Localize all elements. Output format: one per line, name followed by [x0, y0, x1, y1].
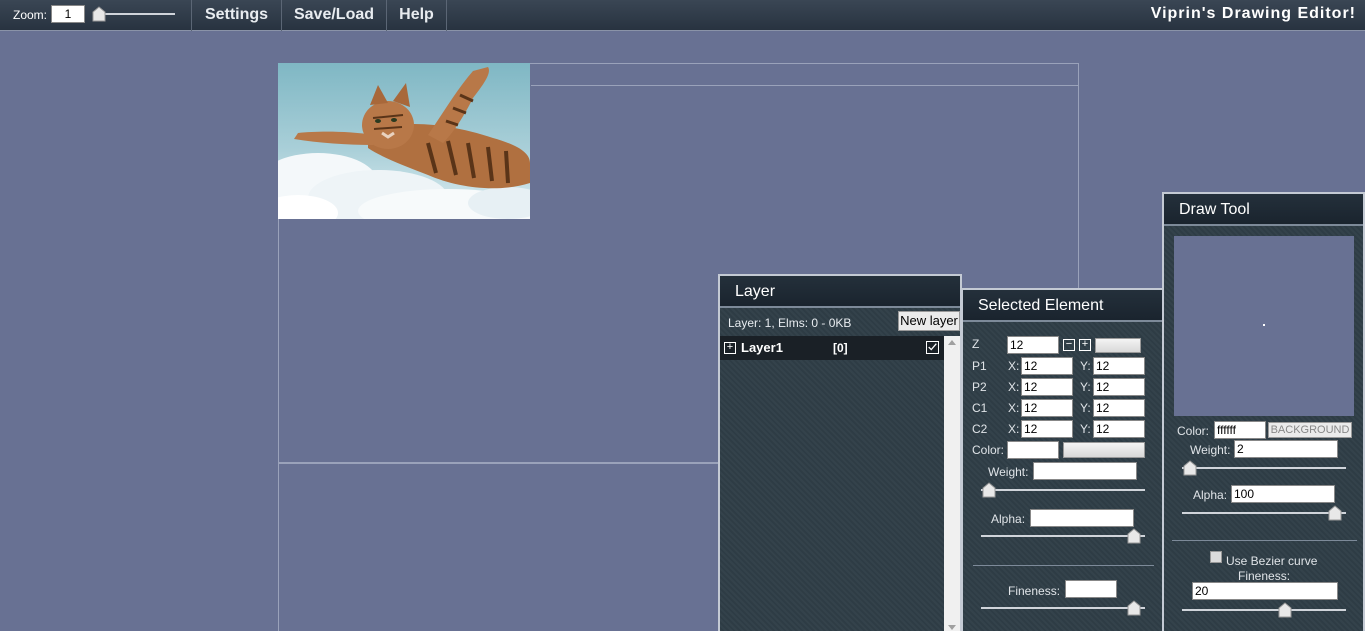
help-menu-button[interactable]: Help — [386, 0, 447, 31]
app-title: Viprin's Drawing Editor! — [1150, 5, 1356, 22]
layer-visible-checkbox[interactable] — [926, 341, 939, 354]
c2-y-label: Y: — [1080, 422, 1091, 436]
fineness-label: Fineness: — [1008, 584, 1061, 598]
draw-alpha-input[interactable] — [1231, 485, 1335, 503]
z-decrease-minus-icon[interactable]: − — [1063, 339, 1075, 351]
p2-y-label: Y: — [1080, 380, 1091, 394]
c1-x-input[interactable] — [1021, 399, 1073, 417]
layer-list-scrollbar[interactable] — [944, 336, 960, 631]
p1-x-label: X: — [1008, 359, 1020, 373]
draw-fineness-label: Fineness: — [1238, 569, 1291, 583]
draw-alpha-label: Alpha: — [1193, 488, 1228, 502]
draw-fineness-input[interactable] — [1192, 582, 1338, 600]
z-apply-button[interactable] — [1095, 338, 1141, 353]
settings-menu-button[interactable]: Settings — [191, 0, 281, 31]
layer-panel-title: Layer — [720, 276, 960, 308]
zoom-slider-track[interactable] — [94, 13, 175, 15]
alpha-input[interactable] — [1030, 509, 1134, 527]
draw-weight-slider-thumb[interactable] — [1183, 460, 1197, 476]
zoom-label: Zoom: — [13, 8, 48, 22]
c2-label: C2 — [972, 422, 988, 436]
z-increase-plus-icon[interactable]: + — [1079, 339, 1091, 351]
draw-weight-slider-track[interactable] — [1182, 467, 1346, 469]
c1-x-label: X: — [1008, 401, 1020, 415]
weight-label: Weight: — [988, 465, 1029, 479]
layer-element-count: [0] — [833, 341, 848, 355]
p1-y-label: Y: — [1080, 359, 1091, 373]
alpha-slider-thumb[interactable] — [1127, 528, 1141, 544]
color-picker-button[interactable] — [1063, 442, 1145, 458]
c2-y-input[interactable] — [1093, 420, 1145, 438]
draw-weight-input[interactable] — [1234, 440, 1338, 458]
zoom-input[interactable] — [51, 5, 85, 23]
brush-preview-dot — [1263, 324, 1265, 326]
saveload-menu-button[interactable]: Save/Load — [281, 0, 386, 31]
c2-x-input[interactable] — [1021, 420, 1073, 438]
p2-x-input[interactable] — [1021, 378, 1073, 396]
scroll-down-arrow-icon[interactable] — [948, 625, 956, 630]
layer-info-text: Layer: 1, Elms: 0 - 0KB — [728, 316, 852, 330]
canvas-lower-guide — [278, 463, 719, 631]
alpha-label: Alpha: — [991, 512, 1026, 526]
layer-row[interactable]: + Layer1 [0] — [720, 336, 944, 360]
p2-x-label: X: — [1008, 380, 1020, 394]
weight-slider-thumb[interactable] — [982, 482, 996, 498]
bezier-label: Use Bezier curve — [1226, 554, 1318, 568]
p1-label: P1 — [972, 359, 987, 373]
weight-slider-track[interactable] — [981, 489, 1145, 491]
draw-fineness-slider-track[interactable] — [1182, 609, 1346, 611]
expand-plus-icon[interactable]: + — [724, 342, 736, 354]
zoom-slider-thumb[interactable] — [92, 6, 106, 22]
layer-panel: Layer Layer: 1, Elms: 0 - 0KB New layer … — [718, 274, 962, 631]
p2-y-input[interactable] — [1093, 378, 1145, 396]
layer-list: + Layer1 [0] — [720, 336, 944, 631]
draw-weight-label: Weight: — [1190, 443, 1231, 457]
color-label: Color: — [972, 443, 1005, 457]
color-input[interactable] — [1007, 441, 1059, 459]
weight-input[interactable] — [1033, 462, 1137, 480]
c2-x-label: X: — [1008, 422, 1020, 436]
c1-label: C1 — [972, 401, 988, 415]
canvas-guide-line — [531, 85, 1079, 86]
z-input[interactable] — [1007, 336, 1059, 354]
p1-y-input[interactable] — [1093, 357, 1145, 375]
draw-alpha-slider-track[interactable] — [1182, 512, 1346, 514]
background-button[interactable]: BACKGROUND — [1268, 422, 1352, 438]
c1-y-label: Y: — [1080, 401, 1091, 415]
fineness-slider-track[interactable] — [981, 607, 1145, 609]
draw-color-label: Color: — [1177, 424, 1210, 438]
brush-preview — [1174, 236, 1354, 416]
alpha-slider-track[interactable] — [981, 535, 1145, 537]
draw-tool-title: Draw Tool — [1164, 194, 1363, 226]
fineness-slider-thumb[interactable] — [1127, 600, 1141, 616]
scroll-up-arrow-icon[interactable] — [948, 340, 956, 345]
divider — [973, 565, 1154, 566]
fineness-input[interactable] — [1065, 580, 1117, 598]
draw-alpha-slider-thumb[interactable] — [1328, 505, 1342, 521]
p2-label: P2 — [972, 380, 987, 394]
divider — [1172, 540, 1357, 541]
selected-element-title: Selected Element — [963, 290, 1162, 322]
layer-name: Layer1 — [741, 340, 783, 355]
bezier-checkbox[interactable] — [1210, 551, 1222, 563]
canvas-image-cat[interactable] — [278, 63, 530, 219]
p1-x-input[interactable] — [1021, 357, 1073, 375]
top-toolbar: Zoom: Settings Save/Load Help Viprin's D… — [0, 0, 1365, 31]
draw-tool-panel: Draw Tool Color: BACKGROUND Weight: Alph… — [1162, 192, 1365, 631]
new-layer-button[interactable]: New layer — [898, 311, 960, 331]
draw-color-input[interactable] — [1214, 421, 1266, 439]
draw-fineness-slider-thumb[interactable] — [1278, 602, 1292, 618]
selected-element-panel: Selected Element Z − + P1 X: Y: P2 X: Y:… — [961, 288, 1164, 631]
c1-y-input[interactable] — [1093, 399, 1145, 417]
z-label: Z — [972, 337, 980, 351]
